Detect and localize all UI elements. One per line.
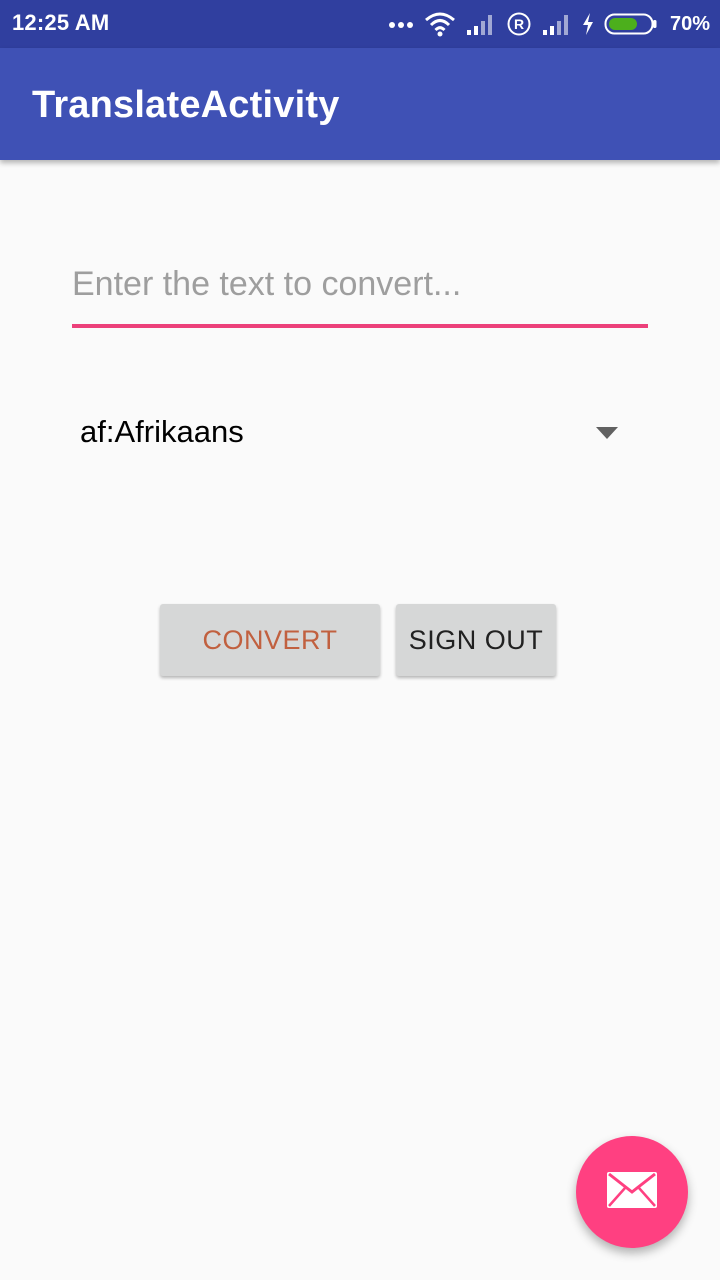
sign-out-button[interactable]: SIGN OUT xyxy=(396,604,556,676)
language-spinner[interactable]: af:Afrikaans xyxy=(72,396,632,468)
text-to-convert-input[interactable] xyxy=(72,252,648,328)
translate-activity-screen: 12:25 AM R 70% TranslateActivity Enter t… xyxy=(0,0,720,1280)
app-title: TranslateActivity xyxy=(32,84,340,126)
email-fab[interactable] xyxy=(576,1136,688,1248)
wifi-icon xyxy=(424,11,456,37)
status-icons: R 70% xyxy=(388,8,710,40)
charging-bolt-icon xyxy=(582,13,594,35)
signal-icon xyxy=(466,12,496,36)
dropdown-arrow-icon xyxy=(596,426,618,444)
app-bar: TranslateActivity xyxy=(0,48,720,160)
battery-icon xyxy=(604,12,658,36)
status-time: 12:25 AM xyxy=(12,10,110,35)
more-dots-icon xyxy=(388,19,414,29)
convert-button[interactable]: CONVERT xyxy=(160,604,380,676)
battery-percent: 70% xyxy=(669,12,710,35)
roaming-r-icon: R xyxy=(506,11,532,37)
svg-text:R: R xyxy=(514,16,524,32)
email-icon xyxy=(607,1171,657,1213)
language-spinner-value: af:Afrikaans xyxy=(80,414,244,449)
status-bar: 12:25 AM R 70% xyxy=(0,0,720,48)
signal-icon xyxy=(542,12,572,36)
